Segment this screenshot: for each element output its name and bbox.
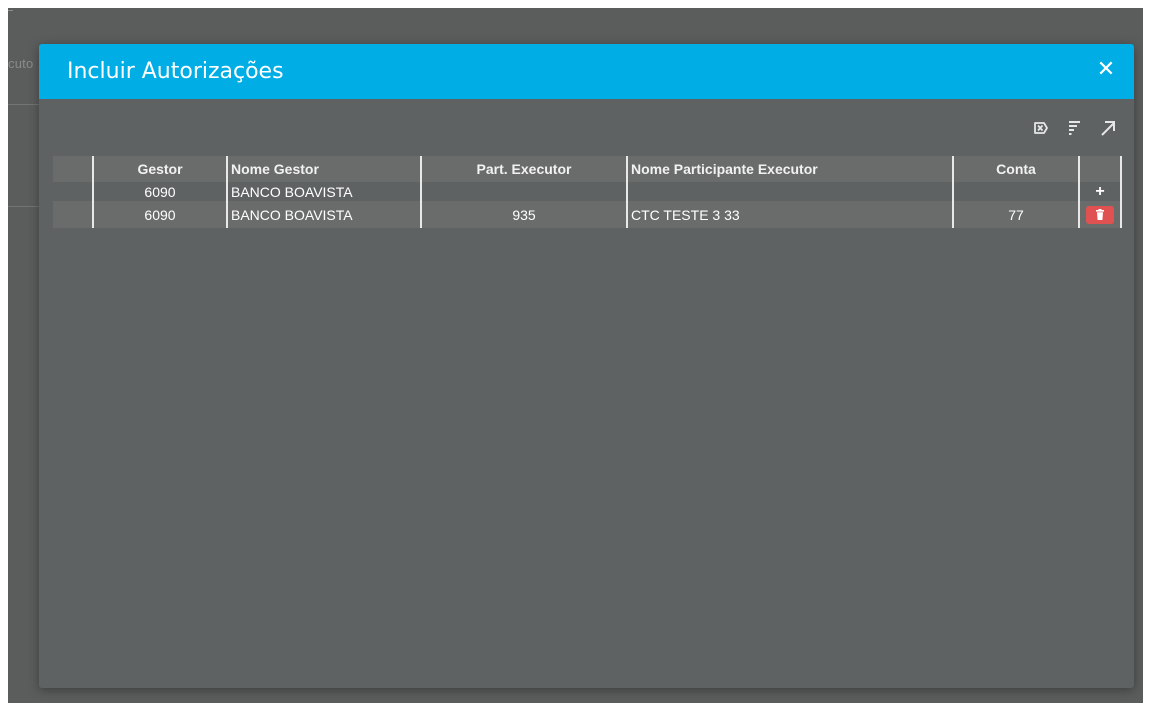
incluir-autorizacoes-modal: Incluir Autorizações ✕ Gestor Nome Gesto… xyxy=(39,44,1134,688)
table-row: 6090 BANCO BOAVISTA 935 CTC TESTE 3 33 7… xyxy=(53,201,1122,228)
trash-icon xyxy=(1096,208,1104,220)
expand-icon[interactable] xyxy=(1098,118,1118,138)
column-header-selector xyxy=(53,156,93,182)
add-row-button[interactable]: + xyxy=(1095,183,1104,200)
delete-row-button[interactable] xyxy=(1086,205,1114,224)
autorizacoes-grid: Gestor Nome Gestor Part. Executor Nome P… xyxy=(53,156,1122,228)
cell-part-executor: 935 xyxy=(420,201,627,228)
column-header-part-executor[interactable]: Part. Executor xyxy=(420,156,627,182)
cell-nome-gestor: BANCO BOAVISTA xyxy=(226,201,421,228)
cell-conta: 77 xyxy=(952,201,1079,228)
row-selector[interactable] xyxy=(53,201,93,228)
background-partial-label: cuto xyxy=(8,56,34,71)
clear-filter-icon[interactable] xyxy=(1030,118,1050,138)
column-header-nome-gestor[interactable]: Nome Gestor xyxy=(226,156,421,182)
close-button[interactable]: ✕ xyxy=(1094,58,1118,82)
grid-toolbar xyxy=(1030,118,1118,138)
cell-actions: + xyxy=(1078,182,1122,201)
modal-header: Incluir Autorizações ✕ xyxy=(39,44,1134,99)
column-header-nome-participante-executor[interactable]: Nome Participante Executor xyxy=(626,156,953,182)
column-header-conta[interactable]: Conta xyxy=(952,156,1079,182)
cell-nome-participante-executor xyxy=(626,182,953,201)
cell-gestor: 6090 xyxy=(92,201,227,228)
row-selector[interactable] xyxy=(53,182,93,201)
cell-nome-participante-executor: CTC TESTE 3 33 xyxy=(626,201,953,228)
cell-nome-gestor: BANCO BOAVISTA xyxy=(226,182,421,201)
cell-part-executor[interactable] xyxy=(420,182,627,201)
cell-gestor: 6090 xyxy=(92,182,227,201)
background-mark xyxy=(8,10,13,11)
grid-header-row: Gestor Nome Gestor Part. Executor Nome P… xyxy=(53,156,1122,182)
cell-actions xyxy=(1078,201,1122,228)
column-header-gestor[interactable]: Gestor xyxy=(92,156,227,182)
modal-title: Incluir Autorizações xyxy=(67,59,284,84)
sort-icon[interactable] xyxy=(1064,118,1084,138)
cell-conta[interactable] xyxy=(952,182,1079,201)
table-row: 6090 BANCO BOAVISTA + xyxy=(53,182,1122,201)
column-header-actions xyxy=(1078,156,1122,182)
